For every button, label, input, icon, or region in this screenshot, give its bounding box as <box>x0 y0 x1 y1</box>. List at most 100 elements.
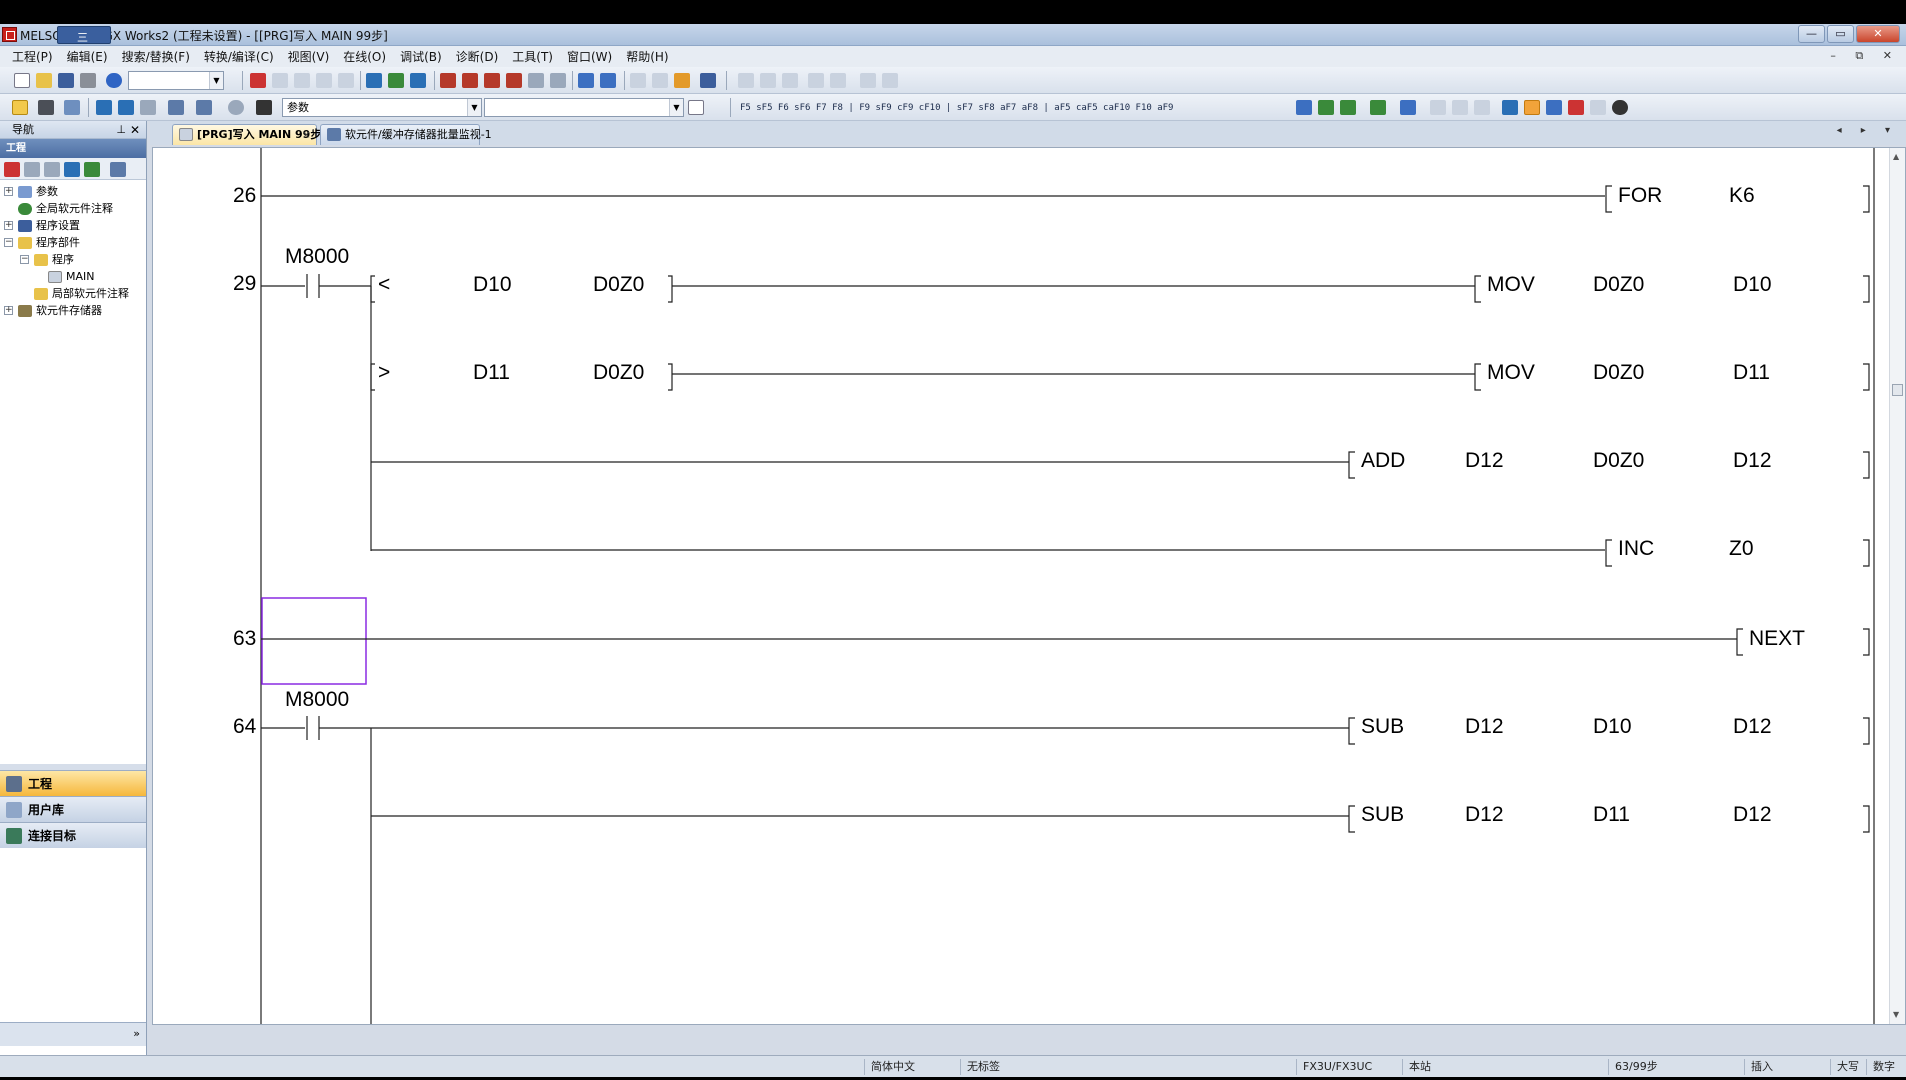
batch-monitor-icon[interactable] <box>652 73 668 88</box>
instruction-arg[interactable]: D0Z0 <box>1593 273 1644 296</box>
menu-help[interactable]: 帮助(H) <box>626 48 668 65</box>
help-icon[interactable] <box>106 73 122 88</box>
simulator-start-icon[interactable] <box>578 73 594 88</box>
ladder-tool-icon-7[interactable] <box>1452 100 1468 115</box>
ladder-tool-icon-3[interactable] <box>1340 100 1356 115</box>
instruction-arg[interactable]: D12 <box>1733 449 1772 472</box>
monitor-icon[interactable] <box>506 73 522 88</box>
read-plc-icon[interactable] <box>462 73 478 88</box>
ladder-tool-icon-10[interactable] <box>1524 100 1540 115</box>
ladder-editor[interactable]: 26 FOR K6 M8000 29 < D10 D0Z0 MOV D0Z0 D… <box>152 147 1906 1025</box>
instruction-arg[interactable]: D12 <box>1465 449 1504 472</box>
ladder-edit-icon-3[interactable] <box>782 73 798 88</box>
copy-icon[interactable] <box>272 73 288 88</box>
verify-plc-icon[interactable] <box>484 73 500 88</box>
refresh-icon[interactable] <box>84 162 100 177</box>
toolbar-combo-1[interactable]: ▼ <box>128 71 224 90</box>
document-icon[interactable] <box>688 100 704 115</box>
ladder-tool-icon-9[interactable] <box>1502 100 1518 115</box>
ladder-diagram[interactable]: 26 FOR K6 M8000 29 < D10 D0Z0 MOV D0Z0 D… <box>153 148 1889 1025</box>
instruction-op[interactable]: INC <box>1618 537 1654 560</box>
mdi-controls[interactable]: – ⧉ ✕ <box>1830 49 1900 63</box>
instruction-op[interactable]: ADD <box>1361 449 1405 472</box>
undo-icon[interactable] <box>316 73 332 88</box>
output-window-icon[interactable] <box>64 100 80 115</box>
jump-icon[interactable] <box>228 100 244 115</box>
parameter-combo[interactable]: 参数 ▼ <box>282 98 482 117</box>
simulator-stop-icon[interactable] <box>600 73 616 88</box>
instruction-op[interactable]: SUB <box>1361 803 1404 826</box>
compile-all-icon[interactable] <box>388 73 404 88</box>
expand-icon[interactable]: + <box>4 221 13 230</box>
collapse-icon[interactable]: − <box>4 238 13 247</box>
menu-window[interactable]: 窗口(W) <box>567 48 612 65</box>
ladder-tool-icon-2[interactable] <box>1318 100 1334 115</box>
instruction-op[interactable]: MOV <box>1487 273 1535 296</box>
ladder-edit-icon-1[interactable] <box>738 73 754 88</box>
view-options-icon[interactable] <box>110 162 126 177</box>
display-icon[interactable] <box>700 73 716 88</box>
compare-arg[interactable]: D11 <box>473 361 510 384</box>
ladder-tool-icon-11[interactable] <box>1546 100 1562 115</box>
copy-data-icon[interactable] <box>24 162 40 177</box>
find-instruction-icon[interactable] <box>196 100 212 115</box>
expand-icon[interactable]: + <box>4 187 13 196</box>
vertical-scrollbar[interactable]: ▲ ▼ <box>1889 148 1905 1024</box>
instruction-op[interactable]: SUB <box>1361 715 1404 738</box>
close-button[interactable]: ✕ <box>1856 25 1900 43</box>
ladder-symbol-palette[interactable]: F5 sF5 F6 sF6 F7 F8 | F9 sF9 cF9 cF10 | … <box>740 99 1173 117</box>
ladder-tool-icon-13[interactable] <box>1590 100 1606 115</box>
instruction-arg[interactable]: D0Z0 <box>1593 449 1644 472</box>
paste-data-icon[interactable] <box>44 162 60 177</box>
menu-debug[interactable]: 调试(B) <box>400 48 442 65</box>
compare-arg[interactable]: D0Z0 <box>593 361 644 384</box>
instruction-op[interactable]: NEXT <box>1749 627 1805 650</box>
ladder-edit-icon-6[interactable] <box>860 73 876 88</box>
close-icon[interactable]: × <box>302 125 311 144</box>
nav-button-project[interactable]: 工程 <box>0 770 146 796</box>
instruction-arg[interactable]: D10 <box>1733 273 1772 296</box>
quick-access-button[interactable]: 三 <box>57 26 111 44</box>
navigation-toggle-icon[interactable] <box>12 100 28 115</box>
tab-scroll-arrows[interactable]: ◂ ▸ ▾ <box>1837 125 1898 136</box>
menu-find-replace[interactable]: 搜索/替换(F) <box>122 48 190 65</box>
ladder-edit-icon-2[interactable] <box>760 73 776 88</box>
instruction-arg[interactable]: K6 <box>1729 184 1755 207</box>
zoom-icon[interactable] <box>1612 100 1628 115</box>
statement-icon[interactable] <box>118 100 134 115</box>
program-combo[interactable]: ▼ <box>484 98 684 117</box>
save-icon[interactable] <box>58 73 74 88</box>
open-folder-icon[interactable] <box>36 73 52 88</box>
ladder-tool-icon-12[interactable] <box>1568 100 1584 115</box>
menu-diagnostics[interactable]: 诊断(D) <box>456 48 499 65</box>
pin-icon[interactable]: ⊥ <box>116 121 126 139</box>
instruction-arg[interactable]: D12 <box>1733 715 1772 738</box>
chevron-right-icon[interactable]: » <box>133 1027 140 1040</box>
tab-batch-monitor[interactable]: 软元件/缓冲存储器批量监视-1 <box>320 124 492 145</box>
ladder-tool-icon-5[interactable] <box>1400 100 1416 115</box>
restore-button[interactable]: ▭ <box>1827 25 1854 43</box>
compile-icon[interactable] <box>366 73 382 88</box>
menu-edit[interactable]: 编辑(E) <box>67 48 108 65</box>
device-test-icon[interactable] <box>674 73 690 88</box>
menu-online[interactable]: 在线(O) <box>343 48 386 65</box>
menu-view[interactable]: 视图(V) <box>288 48 330 65</box>
compare-arg[interactable]: D10 <box>473 273 512 296</box>
instruction-arg[interactable]: D11 <box>1593 803 1630 826</box>
menu-tools[interactable]: 工具(T) <box>512 48 553 65</box>
instruction-arg[interactable]: Z0 <box>1729 537 1754 560</box>
scroll-thumb[interactable] <box>1892 384 1903 396</box>
ladder-edit-icon-5[interactable] <box>830 73 846 88</box>
watch-icon[interactable] <box>630 73 646 88</box>
compile-online-icon[interactable] <box>410 73 426 88</box>
contact-label[interactable]: M8000 <box>285 245 349 268</box>
expand-icon[interactable]: + <box>4 306 13 315</box>
scroll-down-icon[interactable]: ▼ <box>1893 1010 1899 1019</box>
instruction-arg[interactable]: D10 <box>1593 715 1632 738</box>
compare-op[interactable]: > <box>378 361 390 384</box>
new-file-icon[interactable] <box>14 73 30 88</box>
cursor-box[interactable] <box>261 597 367 685</box>
redo-icon[interactable] <box>338 73 354 88</box>
close-icon[interactable]: ✕ <box>130 121 140 139</box>
ladder-tool-icon-8[interactable] <box>1474 100 1490 115</box>
